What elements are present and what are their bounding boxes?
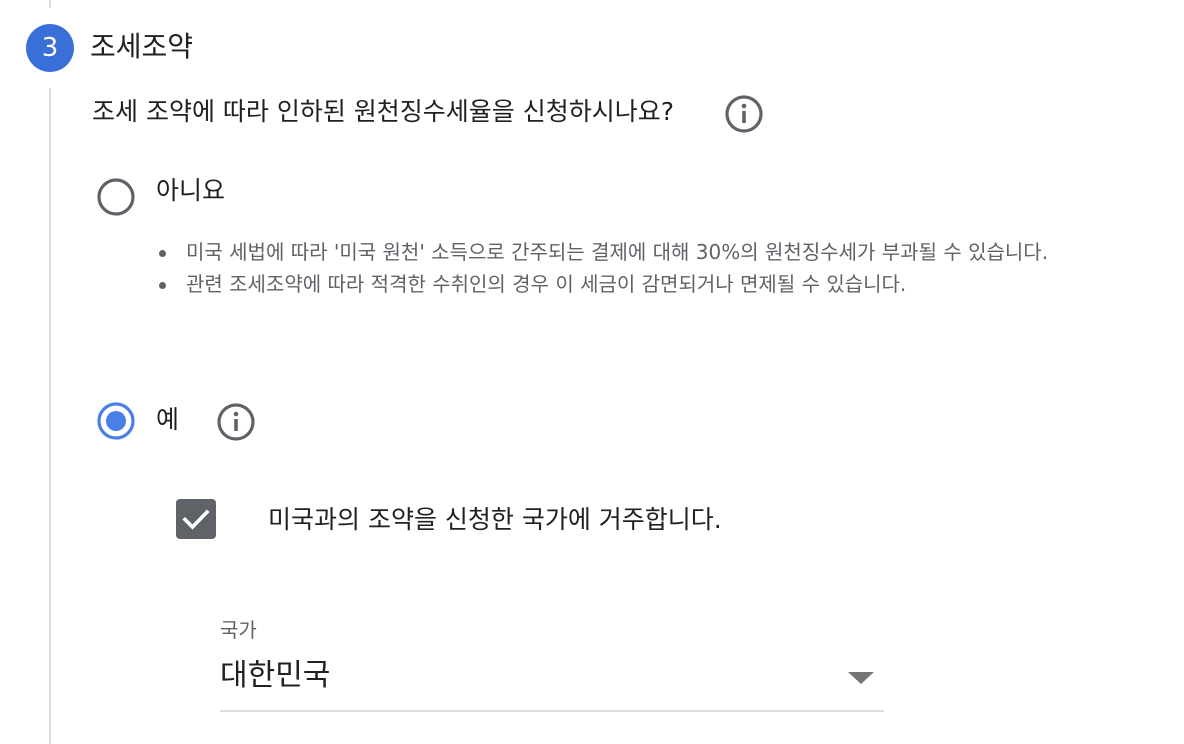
radio-yes[interactable]	[96, 401, 136, 441]
tax-treaty-step: 3 조세조약 조세 조약에 따라 인하된 원천징수세율을 신청하시나요? 아니요…	[0, 0, 1184, 744]
step-title: 조세조약	[90, 30, 194, 63]
radio-no-label[interactable]: 아니요	[156, 173, 225, 209]
dropdown-arrow-icon[interactable]	[848, 672, 874, 684]
list-item: 관련 조세조약에 따라 적격한 수취인의 경우 이 세금이 감면되거나 면제될 …	[156, 268, 1048, 300]
treaty-question: 조세 조약에 따라 인하된 원천징수세율을 신청하시나요?	[92, 97, 675, 126]
select-underline	[220, 710, 884, 712]
list-item: 미국 세법에 따라 '미국 원천' 소득으로 간주되는 결제에 대해 30%의 …	[156, 236, 1048, 268]
residence-checkbox-label[interactable]: 미국과의 조약을 신청한 국가에 거주합니다.	[268, 502, 722, 538]
no-option-notes: 미국 세법에 따라 '미국 원천' 소득으로 간주되는 결제에 대해 30%의 …	[156, 236, 1048, 300]
info-icon[interactable]	[216, 402, 256, 442]
radio-no[interactable]	[96, 177, 136, 217]
radio-yes-label[interactable]: 예	[156, 402, 179, 438]
country-select-caption: 국가	[220, 618, 257, 642]
checkmark-icon	[182, 509, 210, 530]
country-select[interactable]: 국가 대한민국	[220, 610, 884, 712]
step-connector-line	[49, 88, 51, 744]
step-connector-line	[49, 0, 51, 8]
step-number-badge: 3	[26, 24, 74, 72]
residence-checkbox[interactable]	[176, 499, 216, 539]
info-icon[interactable]	[724, 94, 764, 134]
country-select-value: 대한민국	[220, 658, 331, 693]
